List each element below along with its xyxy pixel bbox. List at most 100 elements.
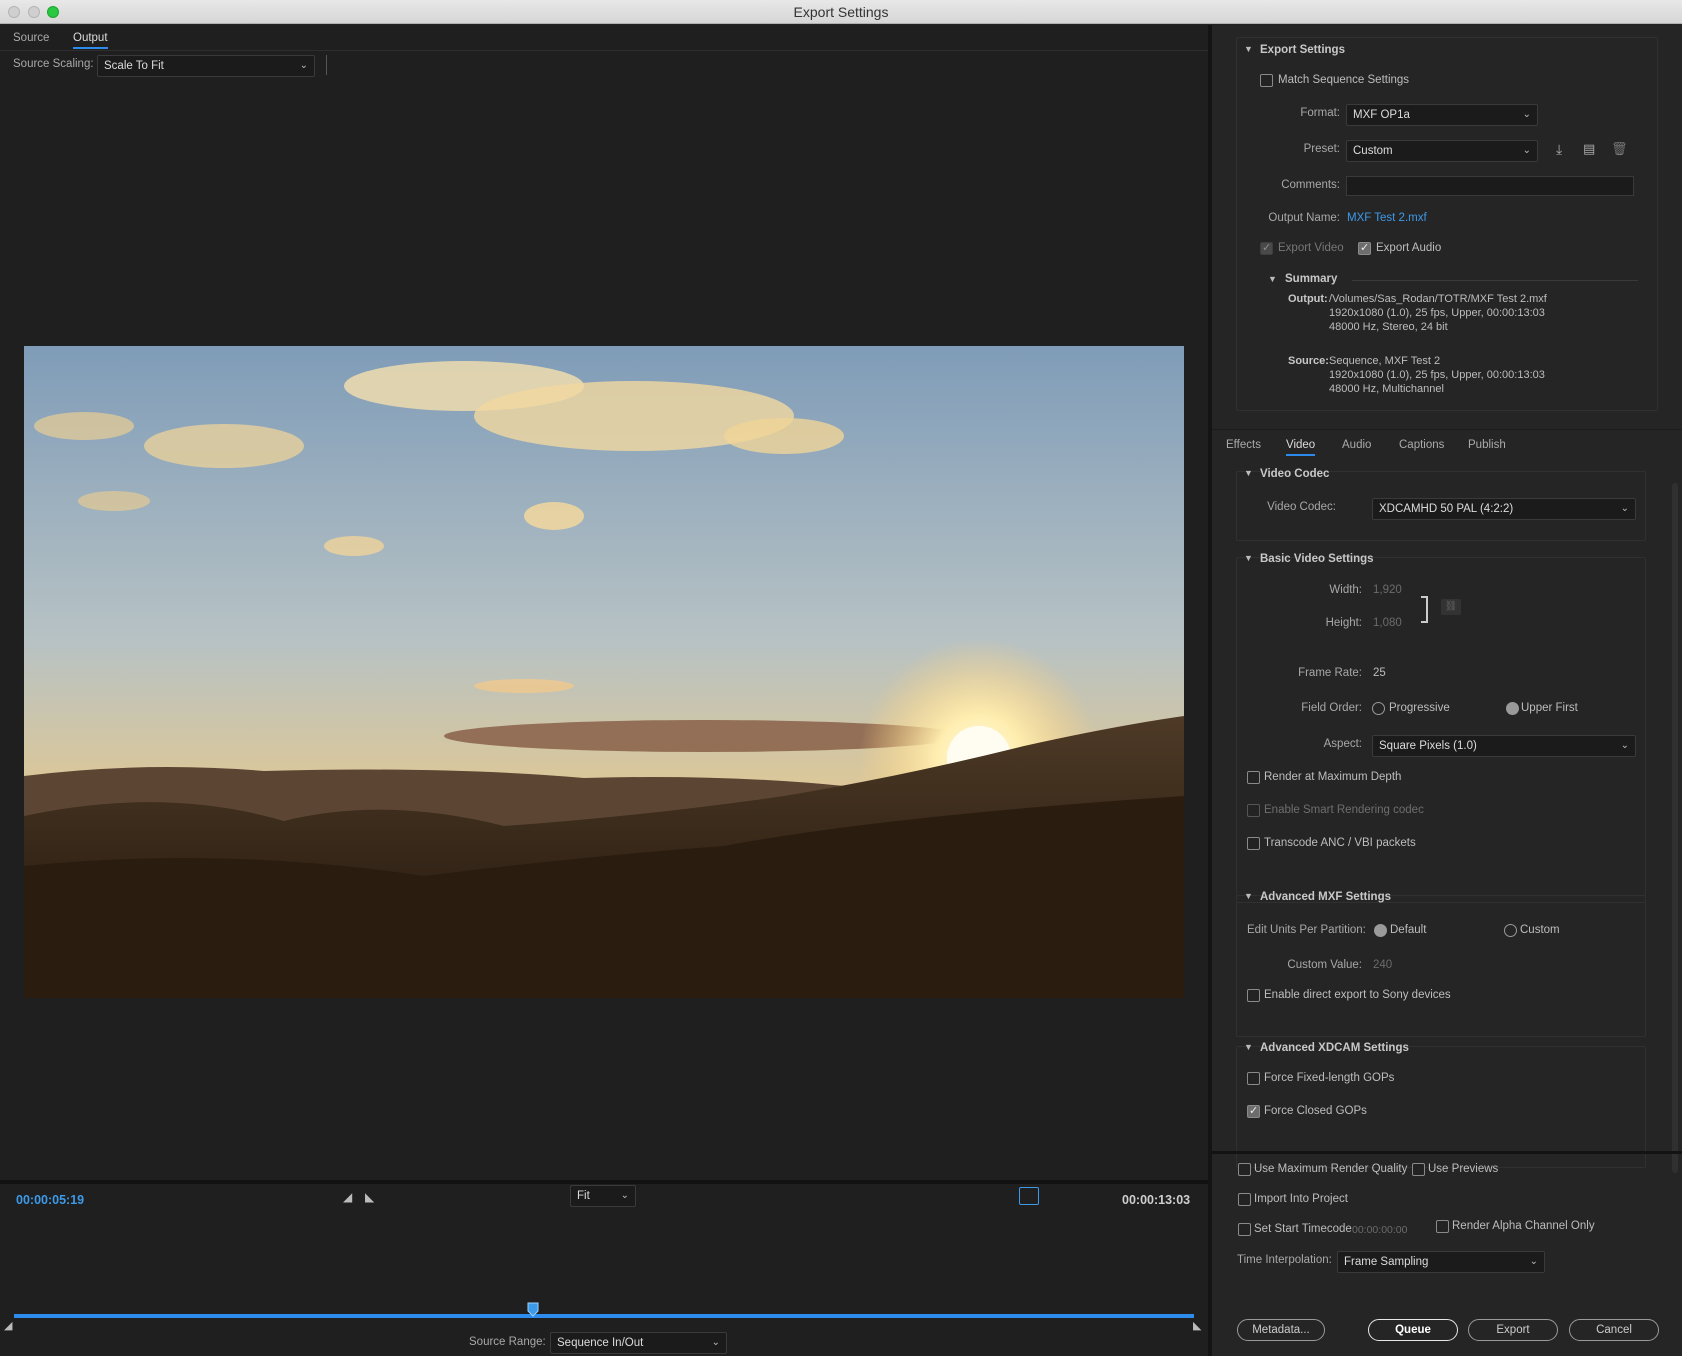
source-scaling-value: Scale To Fit: [104, 60, 164, 72]
close-window-button[interactable]: [8, 6, 20, 18]
advanced-xdcam-header: Advanced XDCAM Settings: [1260, 1042, 1409, 1054]
transcode-anc-label: Transcode ANC / VBI packets: [1264, 837, 1416, 849]
progressive-label: Progressive: [1389, 702, 1450, 714]
render-max-depth-checkbox[interactable]: [1247, 771, 1260, 784]
duration: 00:00:13:03: [1122, 1193, 1191, 1207]
export-settings-header: Export Settings: [1260, 44, 1345, 56]
output-name-label: Output Name:: [1268, 212, 1340, 224]
format-value: MXF OP1a: [1353, 109, 1410, 121]
use-previews-checkbox[interactable]: [1412, 1163, 1425, 1176]
summary-source-line: Sequence, MXF Test 2: [1329, 355, 1441, 367]
out-point-marker-icon[interactable]: ◣: [1193, 1319, 1201, 1332]
import-into-project-label: Import Into Project: [1254, 1193, 1348, 1205]
sony-export-checkbox[interactable]: [1247, 989, 1260, 1002]
time-interpolation-value: Frame Sampling: [1344, 1256, 1429, 1268]
set-start-timecode-checkbox[interactable]: [1238, 1223, 1251, 1236]
summary-source-label: Source:: [1288, 355, 1329, 367]
summary-source-line: 1920x1080 (1.0), 25 fps, Upper, 00:00:13…: [1329, 369, 1545, 381]
match-sequence-checkbox[interactable]: [1260, 74, 1273, 87]
tab-output[interactable]: Output: [73, 32, 108, 49]
preset-dropdown[interactable]: Custom ⌄: [1346, 140, 1538, 162]
collapse-chevron-icon[interactable]: ▼: [1244, 553, 1253, 563]
minimize-window-button[interactable]: [28, 6, 40, 18]
save-preset-icon[interactable]: ⤓: [1556, 141, 1562, 158]
import-into-project-checkbox[interactable]: [1238, 1193, 1251, 1206]
set-in-point-icon[interactable]: ◢: [343, 1190, 352, 1204]
playhead[interactable]: [527, 1302, 539, 1318]
video-codec-dropdown[interactable]: XDCAMHD 50 PAL (4:2:2) ⌄: [1372, 498, 1636, 520]
tab-captions[interactable]: Captions: [1399, 439, 1444, 451]
smart-rendering-checkbox[interactable]: [1247, 804, 1260, 817]
import-preset-icon[interactable]: ▤: [1583, 141, 1595, 157]
zoom-value: Fit: [577, 1190, 590, 1202]
field-order-label: Field Order:: [1301, 702, 1362, 714]
summary-output-line: 48000 Hz, Stereo, 24 bit: [1329, 321, 1448, 333]
upper-first-radio[interactable]: [1506, 702, 1519, 715]
collapse-chevron-icon[interactable]: ▼: [1244, 1042, 1253, 1052]
fixed-gops-checkbox[interactable]: [1247, 1072, 1260, 1085]
advanced-mxf-header: Advanced MXF Settings: [1260, 891, 1391, 903]
export-audio-checkbox[interactable]: [1358, 241, 1371, 255]
timeline-bar[interactable]: [14, 1314, 1194, 1318]
width-value[interactable]: 1,920: [1373, 584, 1402, 596]
cancel-button[interactable]: Cancel: [1569, 1319, 1659, 1341]
aspect-dropdown[interactable]: Square Pixels (1.0) ⌄: [1372, 735, 1636, 757]
chevron-down-icon: ⌄: [1529, 1256, 1538, 1267]
transcode-anc-checkbox[interactable]: [1247, 837, 1260, 850]
settings-panel: ▼ Export Settings Match Sequence Setting…: [1212, 25, 1682, 1356]
video-codec-value: XDCAMHD 50 PAL (4:2:2): [1379, 503, 1514, 515]
current-time[interactable]: 00:00:05:19: [16, 1193, 84, 1207]
source-scaling-label: Source Scaling:: [13, 58, 94, 70]
render-max-depth-label: Render at Maximum Depth: [1264, 771, 1402, 783]
summary-chevron-icon[interactable]: ▼: [1268, 274, 1277, 284]
comments-input[interactable]: [1346, 176, 1634, 196]
export-video-checkbox[interactable]: [1260, 241, 1273, 255]
progressive-radio[interactable]: [1372, 702, 1385, 715]
export-button[interactable]: Export: [1468, 1319, 1558, 1341]
trash-icon[interactable]: 🗑: [1611, 141, 1628, 157]
tab-publish[interactable]: Publish: [1468, 439, 1506, 451]
summary-output-line: 1920x1080 (1.0), 25 fps, Upper, 00:00:13…: [1329, 307, 1545, 319]
metadata-button[interactable]: Metadata...: [1237, 1319, 1325, 1341]
chain-link-icon[interactable]: ⛓: [1441, 599, 1461, 615]
collapse-chevron-icon[interactable]: ▼: [1244, 44, 1253, 54]
title-bar: Export Settings: [0, 0, 1682, 24]
tab-effects[interactable]: Effects: [1226, 439, 1261, 451]
source-scaling-dropdown[interactable]: Scale To Fit ⌄: [97, 55, 315, 77]
collapse-chevron-icon[interactable]: ▼: [1244, 891, 1253, 901]
height-label: Height:: [1325, 617, 1362, 629]
frame-rate-label: Frame Rate:: [1298, 667, 1362, 679]
tab-audio[interactable]: Audio: [1342, 439, 1371, 451]
zoom-window-button[interactable]: [47, 6, 59, 18]
source-range-dropdown[interactable]: Sequence In/Out ⌄: [550, 1332, 727, 1354]
smart-rendering-label: Enable Smart Rendering codec: [1264, 804, 1424, 816]
chevron-down-icon: ⌄: [299, 60, 308, 71]
aspect-ratio-correction-icon[interactable]: [1019, 1187, 1039, 1205]
use-previews-label: Use Previews: [1428, 1163, 1499, 1175]
start-timecode-value[interactable]: 00:00:00:00: [1352, 1224, 1407, 1236]
tab-video[interactable]: Video: [1286, 439, 1316, 456]
closed-gops-checkbox[interactable]: [1247, 1104, 1260, 1118]
render-alpha-checkbox[interactable]: [1436, 1220, 1449, 1233]
queue-button[interactable]: Queue: [1368, 1319, 1458, 1341]
tab-source[interactable]: Source: [13, 32, 49, 44]
scrollbar[interactable]: [1672, 483, 1678, 1173]
max-render-quality-checkbox[interactable]: [1238, 1163, 1251, 1176]
set-out-point-icon[interactable]: ◣: [365, 1190, 374, 1204]
format-dropdown[interactable]: MXF OP1a ⌄: [1346, 104, 1538, 126]
export-video-label: Export Video: [1278, 242, 1344, 254]
collapse-chevron-icon[interactable]: ▼: [1244, 468, 1253, 478]
in-point-marker-icon[interactable]: ◢: [4, 1319, 12, 1332]
default-radio[interactable]: [1374, 924, 1387, 937]
window-title: Export Settings: [793, 4, 889, 20]
preset-label: Preset:: [1303, 143, 1340, 155]
custom-radio[interactable]: [1504, 924, 1517, 937]
zoom-dropdown[interactable]: Fit ⌄: [570, 1185, 636, 1207]
custom-label: Custom: [1520, 924, 1560, 936]
summary-output-label: Output:: [1288, 293, 1328, 305]
custom-value[interactable]: 240: [1373, 959, 1392, 971]
output-name-link[interactable]: MXF Test 2.mxf: [1347, 212, 1427, 224]
summary-source-line: 48000 Hz, Multichannel: [1329, 383, 1444, 395]
height-value[interactable]: 1,080: [1373, 617, 1402, 629]
time-interpolation-dropdown[interactable]: Frame Sampling ⌄: [1337, 1251, 1545, 1273]
